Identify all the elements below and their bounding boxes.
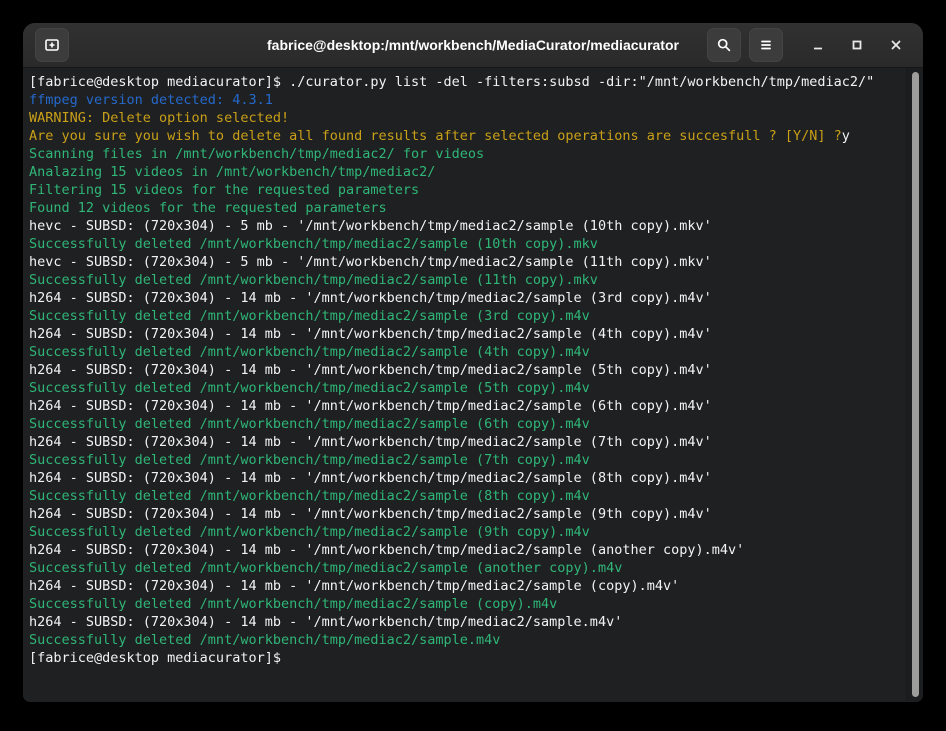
menu-button[interactable] (749, 28, 783, 62)
new-tab-button[interactable] (35, 28, 69, 62)
terminal-line: Successfully deleted /mnt/workbench/tmp/… (29, 595, 901, 613)
terminal-line: Successfully deleted /mnt/workbench/tmp/… (29, 523, 901, 541)
terminal-line: h264 - SUBSD: (720x304) - 14 mb - '/mnt/… (29, 469, 901, 487)
titlebar-controls (707, 28, 911, 62)
terminal-line: h264 - SUBSD: (720x304) - 14 mb - '/mnt/… (29, 577, 901, 595)
titlebar[interactable]: fabrice@desktop:/mnt/workbench/MediaCura… (23, 23, 923, 68)
terminal-line: Successfully deleted /mnt/workbench/tmp/… (29, 487, 901, 505)
scrollbar[interactable] (906, 68, 923, 701)
terminal-line: Successfully deleted /mnt/workbench/tmp/… (29, 451, 901, 469)
terminal-line: hevc - SUBSD: (720x304) - 5 mb - '/mnt/w… (29, 217, 901, 235)
close-button[interactable] (883, 32, 909, 58)
terminal-line: h264 - SUBSD: (720x304) - 14 mb - '/mnt/… (29, 289, 901, 307)
terminal-line: Analazing 15 videos in /mnt/workbench/tm… (29, 163, 901, 181)
search-button[interactable] (707, 28, 741, 62)
terminal-line: [fabrice@desktop mediacurator]$ ./curato… (29, 73, 901, 91)
terminal-line: Are you sure you wish to delete all foun… (29, 127, 901, 145)
search-icon (716, 37, 732, 53)
terminal-line: Successfully deleted /mnt/workbench/tmp/… (29, 379, 901, 397)
terminal-line: h264 - SUBSD: (720x304) - 14 mb - '/mnt/… (29, 433, 901, 451)
scrollbar-thumb[interactable] (912, 72, 919, 697)
terminal-line: Successfully deleted /mnt/workbench/tmp/… (29, 559, 901, 577)
window-controls (805, 32, 909, 58)
terminal-line: h264 - SUBSD: (720x304) - 14 mb - '/mnt/… (29, 613, 901, 631)
terminal-window: fabrice@desktop:/mnt/workbench/MediaCura… (23, 23, 923, 702)
terminal-line: Found 12 videos for the requested parame… (29, 199, 901, 217)
terminal-line: Successfully deleted /mnt/workbench/tmp/… (29, 307, 901, 325)
terminal-line: Scanning files in /mnt/workbench/tmp/med… (29, 145, 901, 163)
terminal-line: h264 - SUBSD: (720x304) - 14 mb - '/mnt/… (29, 361, 901, 379)
terminal-line: Successfully deleted /mnt/workbench/tmp/… (29, 271, 901, 289)
terminal-line: Successfully deleted /mnt/workbench/tmp/… (29, 631, 901, 649)
terminal-line: Successfully deleted /mnt/workbench/tmp/… (29, 235, 901, 253)
minimize-icon (810, 37, 826, 53)
terminal-line: h264 - SUBSD: (720x304) - 14 mb - '/mnt/… (29, 505, 901, 523)
terminal-line: Successfully deleted /mnt/workbench/tmp/… (29, 343, 901, 361)
maximize-icon (849, 37, 865, 53)
desktop-background: fabrice@desktop:/mnt/workbench/MediaCura… (0, 0, 946, 731)
terminal-line: hevc - SUBSD: (720x304) - 5 mb - '/mnt/w… (29, 253, 901, 271)
terminal-line: h264 - SUBSD: (720x304) - 14 mb - '/mnt/… (29, 325, 901, 343)
terminal[interactable]: [fabrice@desktop mediacurator]$ ./curato… (23, 68, 923, 701)
hamburger-menu-icon (759, 38, 773, 52)
terminal-output[interactable]: [fabrice@desktop mediacurator]$ ./curato… (29, 73, 901, 701)
terminal-line: h264 - SUBSD: (720x304) - 14 mb - '/mnt/… (29, 541, 901, 559)
terminal-line: WARNING: Delete option selected! (29, 109, 901, 127)
maximize-button[interactable] (844, 32, 870, 58)
close-icon (888, 37, 904, 53)
new-tab-icon (44, 37, 60, 53)
terminal-line: Filtering 15 videos for the requested pa… (29, 181, 901, 199)
minimize-button[interactable] (805, 32, 831, 58)
terminal-line: [fabrice@desktop mediacurator]$ (29, 649, 901, 667)
terminal-line: ffmpeg version detected: 4.3.1 (29, 91, 901, 109)
window-title: fabrice@desktop:/mnt/workbench/MediaCura… (267, 37, 679, 53)
terminal-line: h264 - SUBSD: (720x304) - 14 mb - '/mnt/… (29, 397, 901, 415)
terminal-line: Successfully deleted /mnt/workbench/tmp/… (29, 415, 901, 433)
